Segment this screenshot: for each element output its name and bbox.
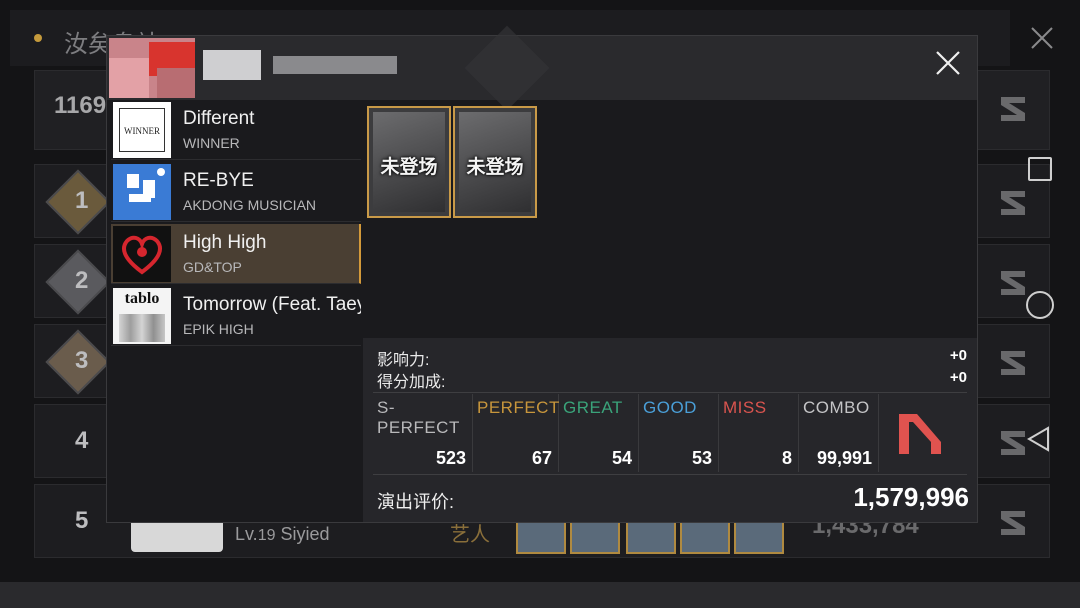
status-dot xyxy=(34,34,42,42)
rank-number: 3 xyxy=(75,347,89,374)
grade-s-icon xyxy=(1001,511,1025,535)
avatar xyxy=(109,38,195,98)
judgement-label: S-PERFECT xyxy=(377,398,460,437)
song-artist: GD&TOP xyxy=(183,259,242,275)
judgement-label: COMBO xyxy=(803,398,870,417)
judgement-value: 8 xyxy=(781,448,792,468)
performance-score: 1,579,996 xyxy=(853,482,969,512)
divider xyxy=(373,474,967,475)
next-row-strip xyxy=(0,582,1080,608)
performance-rating-label: 演出评价: xyxy=(377,492,455,512)
judgement-label: GREAT xyxy=(563,398,623,417)
score-detail-modal: WINNER Different WINNER RE-BYE AKDONG MU… xyxy=(106,25,978,523)
rank-number: 4 xyxy=(75,427,89,454)
album-cover: tablo xyxy=(113,288,171,344)
artist-card-thumb xyxy=(734,520,784,554)
card-status: 未登场 xyxy=(380,157,438,178)
song-item[interactable]: tablo Tomorrow (Feat. Taeyang) EPIK HIGH xyxy=(111,286,361,346)
song-list: WINNER Different WINNER RE-BYE AKDONG MU… xyxy=(107,100,363,522)
score-bonus-value: +0 xyxy=(949,369,967,386)
song-artist: EPIK HIGH xyxy=(183,321,254,337)
influence-label: 影响力: xyxy=(377,352,430,369)
rank-number: 5 xyxy=(75,507,89,534)
user-info-pixelated xyxy=(273,56,397,74)
judgement-combo: COMBO 99,991 xyxy=(799,394,879,472)
judgement-perfect: PERFECT 67 xyxy=(473,394,559,472)
score-bonus-label: 得分加成: xyxy=(377,374,446,391)
score-stats-panel: 影响力: +0 得分加成: +0 S-PERFECT 523 PERFECT 6… xyxy=(363,338,977,522)
grade-s-icon xyxy=(1001,191,1025,215)
player-name: Siyied xyxy=(280,524,330,544)
grade-s-icon xyxy=(1001,271,1025,295)
album-cover: WINNER xyxy=(113,102,171,158)
judgement-value: 99,991 xyxy=(816,448,872,468)
song-item[interactable]: WINNER Different WINNER xyxy=(111,100,361,160)
song-item-selected[interactable]: High High GD&TOP xyxy=(111,224,361,284)
rank-number: 2 xyxy=(75,267,89,294)
influence-value: +0 xyxy=(949,347,967,364)
song-artist: AKDONG MUSICIAN xyxy=(183,197,317,213)
judgement-value: 53 xyxy=(691,448,712,468)
artist-card[interactable]: 未登场 xyxy=(367,106,451,218)
judgement-miss: MISS 8 xyxy=(719,394,799,472)
close-icon[interactable] xyxy=(933,48,963,78)
artist-card-thumb xyxy=(680,520,730,554)
artist-card-thumb xyxy=(570,520,620,554)
card-status: 未登场 xyxy=(466,157,524,178)
album-cover xyxy=(113,164,171,220)
judgement-s-perfect: S-PERFECT 523 xyxy=(373,394,473,472)
judgement-value: 523 xyxy=(435,448,466,468)
song-title: RE-BYE xyxy=(183,170,254,191)
artist-card-thumb xyxy=(516,520,566,554)
judgement-good: GOOD 53 xyxy=(639,394,719,472)
song-title: Tomorrow (Feat. Taeyang) xyxy=(183,294,361,315)
song-artist: WINNER xyxy=(183,135,240,151)
my-score-value: 1169 xyxy=(54,92,107,119)
judgement-value: 54 xyxy=(611,448,632,468)
judgement-label: GOOD xyxy=(643,398,697,417)
artist-card[interactable]: 未登场 xyxy=(453,106,537,218)
divider xyxy=(373,392,967,393)
judgement-great: GREAT 54 xyxy=(559,394,639,472)
modal-header xyxy=(107,25,977,111)
akmu-logo-icon xyxy=(127,168,165,202)
song-item[interactable]: RE-BYE AKDONG MUSICIAN xyxy=(111,162,361,222)
grade-a-icon xyxy=(899,414,941,454)
game-logo xyxy=(464,25,550,111)
song-title: High High xyxy=(183,232,267,253)
close-icon[interactable] xyxy=(1030,26,1054,50)
judgement-label: MISS xyxy=(723,398,767,417)
album-cover xyxy=(113,226,171,282)
username-pixelated xyxy=(203,50,261,80)
grade-s-icon xyxy=(1001,351,1025,375)
player-level: Lv.19 Siyied xyxy=(235,524,330,544)
grade-s-icon xyxy=(1001,97,1025,121)
song-title: Different xyxy=(183,108,255,129)
artist-card-thumb xyxy=(626,520,676,554)
judgement-value: 67 xyxy=(531,448,552,468)
heart-icon xyxy=(122,235,162,275)
judgement-label: PERFECT xyxy=(477,398,560,417)
rank-number: 1 xyxy=(75,187,89,214)
home-button[interactable] xyxy=(1026,291,1054,319)
recent-apps-button[interactable] xyxy=(1028,157,1052,181)
back-button[interactable] xyxy=(1024,424,1054,454)
